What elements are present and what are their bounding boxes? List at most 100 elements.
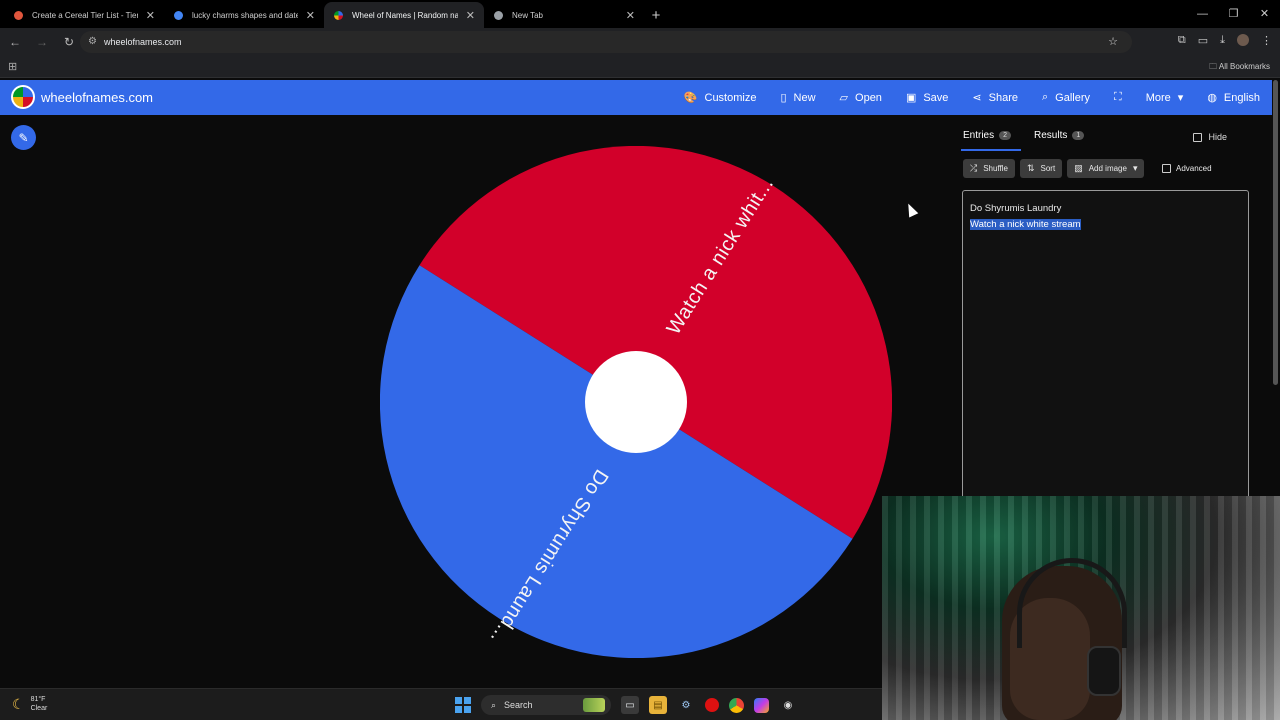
screen: Create a Cereal Tier List - TierM ✕ luck…: [0, 0, 1280, 720]
tab-entries[interactable]: Entries 2: [960, 130, 1022, 151]
close-tab-icon[interactable]: ✕: [466, 9, 475, 22]
site-header: wheelofnames.com 🎨 Customize ▯ New ▱ Open ▣…: [0, 80, 1272, 115]
download-icon[interactable]: ⤓: [1220, 34, 1225, 47]
entries-textarea[interactable]: Do Shyrumis Laundry Watch a nick white s…: [962, 190, 1249, 500]
new-button[interactable]: ▯ New: [780, 91, 816, 105]
obs-icon[interactable]: ◉: [779, 696, 797, 714]
profile-avatar[interactable]: [1237, 34, 1249, 46]
weather-text: 81°F Clear: [31, 695, 48, 713]
windows-start-icon[interactable]: [455, 697, 471, 713]
browser-tab-title: Wheel of Names | Random nam: [352, 10, 458, 20]
sort-button[interactable]: ⇅ Sort: [1019, 159, 1063, 178]
hide-checkbox[interactable]: [1193, 132, 1203, 142]
gallery-button[interactable]: ⌕ Gallery: [1042, 91, 1090, 104]
address-bar[interactable]: ⚙ wheelofnames.com ☆: [80, 31, 1132, 53]
file-icon: ▯: [780, 92, 787, 104]
advanced-toggle[interactable]: Advanced: [1162, 164, 1212, 173]
wheel-favicon-icon: [334, 11, 343, 20]
copilot-icon[interactable]: [754, 697, 769, 713]
kebab-menu-icon[interactable]: ⋮: [1261, 34, 1272, 47]
wheel-center-hub[interactable]: [585, 351, 687, 453]
language-label: English: [1223, 91, 1260, 104]
back-arrow-icon[interactable]: ←: [3, 35, 27, 49]
forward-arrow-icon[interactable]: →: [30, 35, 54, 49]
add-image-button[interactable]: ▨ Add image ▾: [1067, 159, 1145, 178]
file-explorer-icon[interactable]: ▤: [649, 696, 667, 714]
site-settings-icon[interactable]: ⚙: [88, 36, 97, 47]
extensions-icon[interactable]: ⧉: [1178, 34, 1186, 47]
minimize-icon[interactable]: —: [1187, 0, 1218, 28]
hide-toggle[interactable]: Hide: [1193, 132, 1227, 142]
task-view-icon[interactable]: ▭: [621, 696, 639, 714]
reload-icon[interactable]: ↻: [57, 35, 81, 49]
tierlist-favicon-icon: [14, 11, 23, 20]
hide-label: Hide: [1208, 132, 1227, 142]
more-button[interactable]: More ▾: [1145, 91, 1184, 105]
tab-entries-label: Entries: [963, 130, 995, 141]
share-label: Share: [988, 91, 1018, 104]
folder-icon: ▱: [839, 92, 849, 104]
add-image-label: Add image: [1088, 164, 1127, 173]
tab-results-label: Results: [1034, 130, 1068, 141]
open-button[interactable]: ▱ Open: [839, 91, 882, 105]
page-scrollbar[interactable]: [1273, 80, 1278, 385]
results-count-badge: 1: [1072, 131, 1085, 140]
close-window-icon[interactable]: ✕: [1249, 0, 1280, 28]
taskbar-search-label: Search: [504, 700, 533, 710]
browser-tab-3[interactable]: New Tab ✕: [484, 2, 644, 28]
sort-label: Sort: [1040, 164, 1056, 173]
browser-tab-1[interactable]: lucky charms shapes and dates ✕: [164, 2, 324, 28]
save-button[interactable]: ▣ Save: [906, 91, 949, 105]
toolbar-icons: ⧉ ▭ ⤓ ⋮: [1178, 34, 1272, 47]
chevron-down-icon: ▾: [1132, 163, 1138, 173]
site-menu: 🎨 Customize ▯ New ▱ Open ▣ Save ⋖ Share ⌕ Gall…: [684, 80, 1260, 115]
apps-grid-icon[interactable]: ⊞: [8, 60, 17, 73]
share-button[interactable]: ⋖ Share: [972, 91, 1018, 105]
record-app-icon[interactable]: [705, 698, 719, 712]
close-tab-icon[interactable]: ✕: [146, 9, 155, 22]
cast-icon[interactable]: ▭: [1198, 34, 1208, 47]
tab-results[interactable]: Results 1: [1034, 130, 1085, 141]
customize-button[interactable]: 🎨 Customize: [683, 91, 757, 105]
restore-icon[interactable]: ❐: [1218, 0, 1249, 28]
search-icon: ⌕: [1042, 91, 1049, 103]
edit-pencil-button[interactable]: ✎: [11, 125, 36, 150]
weather-temperature: 81°F: [30, 696, 46, 703]
chrome-icon[interactable]: [729, 697, 744, 713]
more-label: More: [1145, 91, 1171, 104]
settings-icon[interactable]: ⚙: [677, 696, 695, 714]
site-brand[interactable]: wheelofnames.com: [41, 90, 153, 105]
shuffle-button[interactable]: ⤮ Shuffle: [963, 159, 1015, 178]
wheel[interactable]: Watch a nick whit... Do Shyrumis Laund..…: [380, 146, 892, 658]
fullscreen-button[interactable]: ⛶: [1114, 91, 1122, 104]
browser-tab-title: lucky charms shapes and dates: [192, 10, 298, 20]
wheel-logo-icon[interactable]: [11, 85, 35, 109]
advanced-label: Advanced: [1176, 164, 1212, 173]
pencil-icon: ✎: [18, 130, 29, 145]
shuffle-label: Shuffle: [983, 164, 1008, 173]
browser-tab-2[interactable]: Wheel of Names | Random nam ✕: [324, 2, 484, 28]
all-bookmarks-link[interactable]: 🗀 All Bookmarks: [1209, 61, 1270, 75]
close-tab-icon[interactable]: ✕: [306, 9, 315, 22]
panel-tabs: Entries 2 Results 1 Hide: [953, 126, 1253, 151]
weather-widget[interactable]: ☾ 81°F Clear: [12, 695, 47, 713]
entry-line: Do Shyrumis Laundry: [970, 201, 1241, 217]
search-highlight-icon: [583, 698, 605, 712]
new-tab-plus-icon[interactable]: +: [644, 2, 668, 28]
new-label: New: [793, 91, 816, 104]
palette-icon: 🎨: [683, 92, 698, 104]
bookmarks-bar: ⊞ 🗀 All Bookmarks: [0, 56, 1280, 78]
search-icon: ⌕: [491, 699, 497, 710]
save-label: Save: [923, 91, 949, 104]
close-tab-icon[interactable]: ✕: [626, 9, 635, 22]
advanced-checkbox[interactable]: [1162, 164, 1171, 173]
chevron-down-icon: ▾: [1177, 92, 1184, 104]
browser-tab-0[interactable]: Create a Cereal Tier List - TierM ✕: [4, 2, 164, 28]
all-bookmarks-label: All Bookmarks: [1218, 62, 1270, 71]
fullscreen-icon: ⛶: [1114, 91, 1122, 103]
bookmark-star-icon[interactable]: ☆: [1108, 35, 1118, 48]
taskbar-search[interactable]: ⌕ Search: [481, 695, 611, 715]
language-button[interactable]: ◍ English: [1207, 91, 1260, 105]
gallery-label: Gallery: [1055, 91, 1091, 104]
mouse-cursor-icon: [903, 201, 919, 218]
